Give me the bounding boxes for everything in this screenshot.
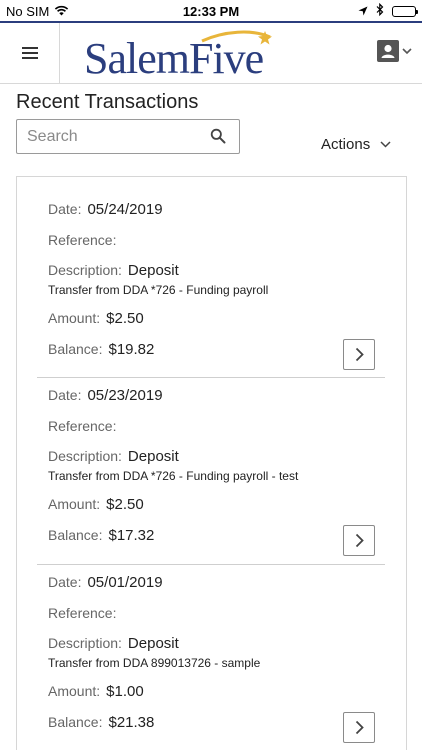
amount-label: Amount: xyxy=(48,310,101,326)
page-title: Recent Transactions xyxy=(16,91,199,113)
search-input[interactable] xyxy=(17,120,197,153)
salem-five-logo: SalemFive xyxy=(84,27,274,83)
transaction-details-button[interactable] xyxy=(343,712,375,743)
description-value: Deposit xyxy=(127,635,179,652)
date-value: 05/24/2019 xyxy=(87,201,163,218)
chevron-right-icon xyxy=(355,533,364,548)
date-row: Date: 05/23/2019 xyxy=(48,387,163,404)
date-label: Date: xyxy=(48,387,82,403)
actions-dropdown[interactable]: Actions xyxy=(321,136,391,153)
balance-row: Balance: $17.32 xyxy=(48,527,154,544)
date-value: 05/01/2019 xyxy=(87,574,163,591)
description-label: Description: xyxy=(48,448,122,464)
description-row: Description: Deposit xyxy=(48,448,179,465)
amount-row: Amount: $2.50 xyxy=(48,310,144,327)
hamburger-icon xyxy=(21,47,38,59)
reference-label: Reference: xyxy=(48,418,117,434)
description-label: Description: xyxy=(48,635,122,651)
description-detail: Transfer from DDA *726 - Funding payroll… xyxy=(48,469,299,483)
reference-label: Reference: xyxy=(48,232,117,248)
balance-label: Balance: xyxy=(48,527,103,543)
balance-row: Balance: $19.82 xyxy=(48,341,154,358)
chevron-right-icon xyxy=(355,720,364,735)
date-row: Date: 05/24/2019 xyxy=(48,201,163,218)
amount-label: Amount: xyxy=(48,496,101,512)
app-header: SalemFive xyxy=(0,23,422,84)
reference-row: Reference: xyxy=(48,605,122,622)
description-label: Description: xyxy=(48,262,122,278)
reference-row: Reference: xyxy=(48,418,122,435)
menu-button[interactable] xyxy=(0,23,60,83)
description-value: Deposit xyxy=(127,262,179,279)
amount-value: $2.50 xyxy=(106,310,144,327)
date-label: Date: xyxy=(48,201,82,217)
amount-value: $2.50 xyxy=(106,496,144,513)
actions-label: Actions xyxy=(321,136,371,153)
chevron-down-icon xyxy=(402,47,412,54)
amount-row: Amount: $1.00 xyxy=(48,683,144,700)
chevron-down-icon xyxy=(380,141,391,148)
divider xyxy=(37,564,385,565)
amount-row: Amount: $2.50 xyxy=(48,496,144,513)
status-bar: No SIM 12:33 PM xyxy=(0,0,422,22)
description-row: Description: Deposit xyxy=(48,262,179,279)
logo-text: SalemFive xyxy=(84,34,264,83)
reference-label: Reference: xyxy=(48,605,117,621)
bluetooth-icon xyxy=(376,2,384,19)
reference-row: Reference: xyxy=(48,232,122,249)
search-box xyxy=(16,119,240,154)
amount-label: Amount: xyxy=(48,683,101,699)
date-label: Date: xyxy=(48,574,82,590)
balance-row: Balance: $21.38 xyxy=(48,714,154,731)
amount-value: $1.00 xyxy=(106,683,144,700)
date-row: Date: 05/01/2019 xyxy=(48,574,163,591)
search-icon[interactable] xyxy=(210,128,226,149)
transactions-panel: Date: 05/24/2019 Reference: Description: D… xyxy=(16,176,407,750)
description-detail: Transfer from DDA *726 - Funding payroll xyxy=(48,283,269,297)
balance-value: $19.82 xyxy=(108,341,155,358)
balance-label: Balance: xyxy=(48,341,103,357)
description-row: Description: Deposit xyxy=(48,635,179,652)
user-card-icon xyxy=(377,40,399,62)
divider xyxy=(37,377,385,378)
transaction-details-button[interactable] xyxy=(343,525,375,556)
description-value: Deposit xyxy=(127,448,179,465)
balance-label: Balance: xyxy=(48,714,103,730)
battery-icon xyxy=(392,5,418,17)
description-detail: Transfer from DDA 899013726 - sample xyxy=(48,656,261,670)
chevron-right-icon xyxy=(355,347,364,362)
location-arrow-icon xyxy=(358,4,368,19)
balance-value: $17.32 xyxy=(108,527,155,544)
transaction-details-button[interactable] xyxy=(343,339,375,370)
date-value: 05/23/2019 xyxy=(87,387,163,404)
profile-menu-button[interactable] xyxy=(377,40,412,62)
balance-value: $21.38 xyxy=(108,714,155,731)
